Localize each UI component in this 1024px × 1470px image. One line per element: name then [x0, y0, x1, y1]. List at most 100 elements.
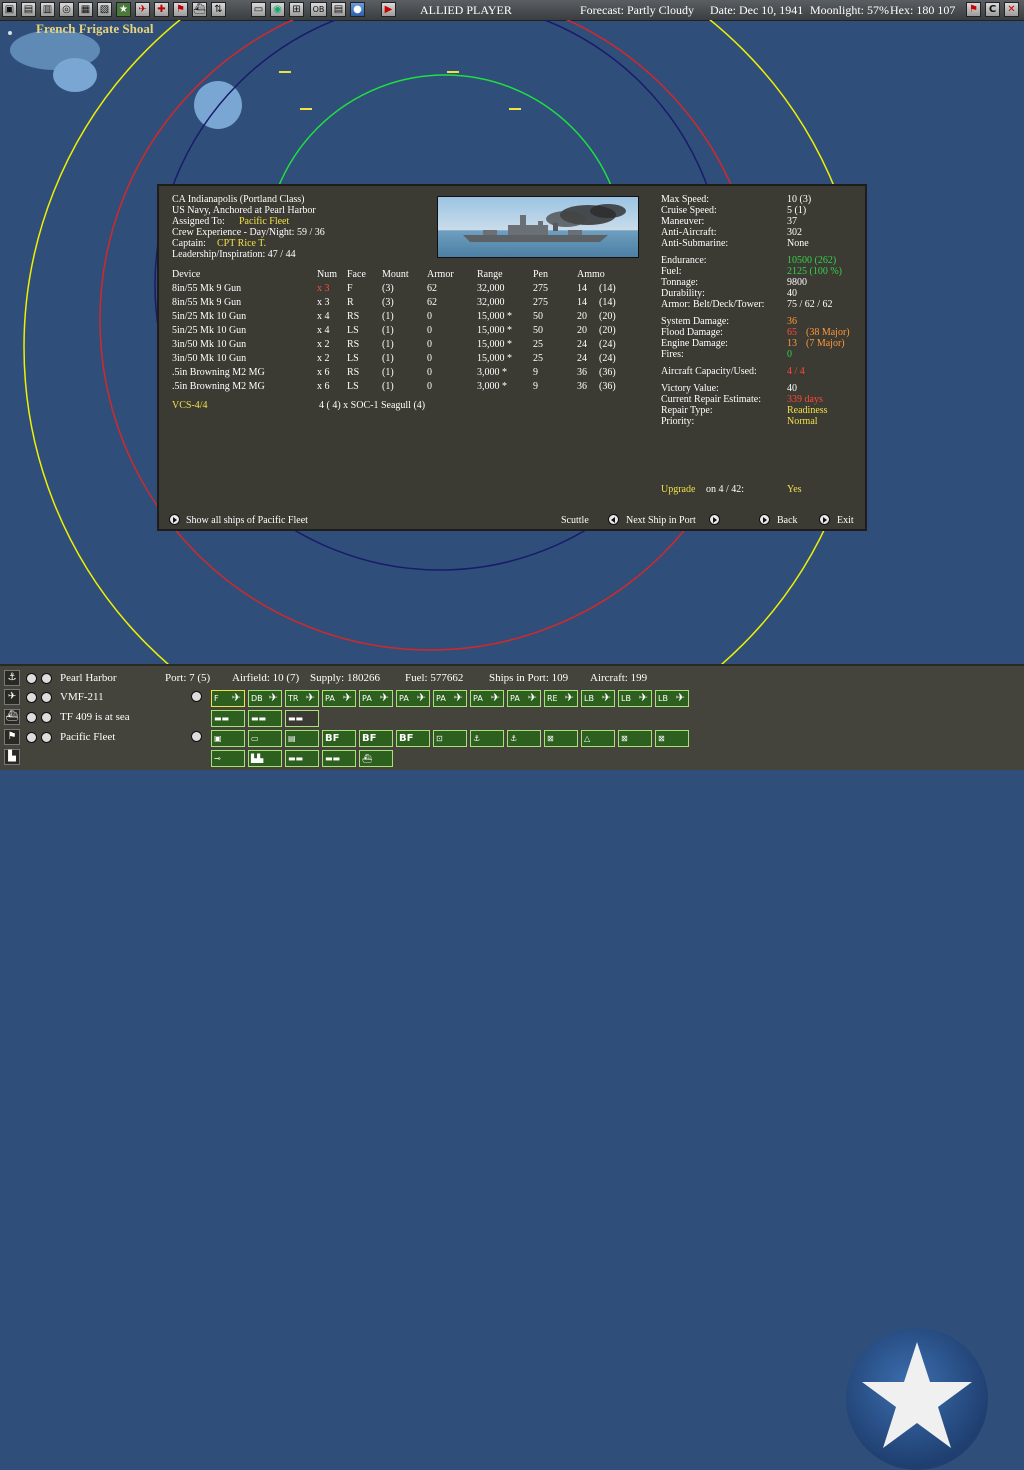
unit-button[interactable]: ▬▬: [285, 750, 319, 767]
unit-button[interactable]: ▙▙: [248, 750, 282, 767]
ship-silhouette-button[interactable]: ▬▬: [285, 710, 319, 727]
c-button[interactable]: C: [985, 2, 1000, 17]
base-icon[interactable]: ▭: [251, 2, 266, 17]
fleet-name[interactable]: Pacific Fleet: [60, 731, 115, 743]
next-squadron-icon[interactable]: [41, 692, 52, 703]
mission-button[interactable]: ▣: [211, 730, 245, 747]
flag-icon[interactable]: ⚑: [173, 2, 188, 17]
task-force-icon[interactable]: ⛴: [4, 709, 20, 725]
plane-type-button[interactable]: PA ✈: [322, 690, 356, 707]
unit-button[interactable]: ⊸: [211, 750, 245, 767]
device-mount-cell: (3): [382, 283, 394, 294]
next-tf-icon[interactable]: [41, 712, 52, 723]
base-name[interactable]: Pearl Harbor: [60, 672, 117, 684]
fleet-detail-icon[interactable]: [191, 731, 202, 742]
lcu-icon[interactable]: ✚: [154, 2, 169, 17]
plane-type-button[interactable]: LB ✈: [618, 690, 652, 707]
device-pen-cell: 50: [533, 311, 543, 322]
plane-type-button[interactable]: PA ✈: [507, 690, 541, 707]
plane-type-button[interactable]: RE ✈: [544, 690, 578, 707]
info-icon[interactable]: ▧: [97, 2, 112, 17]
mission-button[interactable]: ▭: [248, 730, 282, 747]
flag-icon[interactable]: ⚑: [966, 2, 981, 17]
mission-button[interactable]: ⊠: [544, 730, 578, 747]
tank-icon[interactable]: ▙: [4, 749, 20, 765]
show-all-ships-link[interactable]: Show all ships of Pacific Fleet: [186, 515, 308, 526]
mission-button[interactable]: ⚓: [470, 730, 504, 747]
plane-type-button[interactable]: PA ✈: [433, 690, 467, 707]
next-ship-icon[interactable]: [709, 514, 720, 525]
prev-ship-icon[interactable]: [608, 514, 619, 525]
list-icon[interactable]: ⊞: [289, 2, 304, 17]
stat-value: 40: [787, 288, 797, 299]
priority-value[interactable]: Normal: [787, 416, 818, 427]
scuttle-button[interactable]: Scuttle: [561, 515, 589, 526]
upgrade-value[interactable]: Yes: [787, 484, 802, 495]
plane-type-button[interactable]: TR ✈: [285, 690, 319, 707]
globe-icon[interactable]: ◉: [270, 2, 285, 17]
show-all-arrow-icon[interactable]: [169, 514, 180, 525]
next-base-icon[interactable]: [41, 673, 52, 684]
squadron-detail-icon[interactable]: [191, 691, 202, 702]
panel-icon[interactable]: ●: [350, 2, 365, 17]
device-range-cell: 32,000: [477, 283, 505, 294]
base-icon[interactable]: ⚓: [4, 670, 20, 686]
ship-silhouette-button[interactable]: ▬▬: [248, 710, 282, 727]
unit-button[interactable]: ▬▬: [322, 750, 356, 767]
victory-label: Victory Value:: [661, 383, 719, 394]
plane-type-button[interactable]: PA ✈: [470, 690, 504, 707]
air-group[interactable]: VCS-4/4: [172, 400, 208, 411]
repair-type-value[interactable]: Readiness: [787, 405, 828, 416]
screen-icon[interactable]: ▤: [331, 2, 346, 17]
air-icon[interactable]: ✈: [135, 2, 150, 17]
plane-type-button[interactable]: LB ✈: [581, 690, 615, 707]
ob-button[interactable]: OB: [310, 2, 327, 17]
bf-button[interactable]: BF: [359, 730, 393, 747]
plane-icon: ✈: [453, 691, 463, 704]
mission-button[interactable]: ⊠: [655, 730, 689, 747]
ship-silhouette-button[interactable]: ▬▬: [211, 710, 245, 727]
task-force-name[interactable]: TF 409 is at sea: [60, 711, 130, 723]
captain-value[interactable]: CPT Rice T.: [217, 238, 266, 249]
squadron-name[interactable]: VMF-211: [60, 691, 104, 703]
plane-type-button[interactable]: F ✈: [211, 690, 245, 707]
flag-icon[interactable]: ⚑: [4, 729, 20, 745]
mission-button[interactable]: ▤: [285, 730, 319, 747]
device-num-cell: x 2: [317, 339, 330, 350]
star-icon[interactable]: ★: [116, 2, 131, 17]
mission-button[interactable]: ⊡: [433, 730, 467, 747]
prev-base-icon[interactable]: [26, 673, 37, 684]
sort-icon[interactable]: ⇅: [211, 2, 226, 17]
upgrade-label[interactable]: Upgrade: [661, 484, 695, 495]
back-arrow-icon[interactable]: [759, 514, 770, 525]
replay-icon[interactable]: ◎: [59, 2, 74, 17]
end-turn-icon[interactable]: ▶: [381, 2, 396, 17]
prev-squadron-icon[interactable]: [26, 692, 37, 703]
plane-type-button[interactable]: PA ✈: [359, 690, 393, 707]
next-fleet-icon[interactable]: [41, 732, 52, 743]
plane-type-button[interactable]: DB ✈: [248, 690, 282, 707]
mission-button[interactable]: ⚓: [507, 730, 541, 747]
combat-report-icon[interactable]: ▦: [78, 2, 93, 17]
plane-type-button[interactable]: LB ✈: [655, 690, 689, 707]
stat-value: 5 (1): [787, 205, 807, 216]
device-pen-cell: 9: [533, 381, 538, 392]
exit-arrow-icon[interactable]: [819, 514, 830, 525]
mission-button[interactable]: ⊠: [618, 730, 652, 747]
bf-button[interactable]: BF: [396, 730, 430, 747]
prev-fleet-icon[interactable]: [26, 732, 37, 743]
mission-button[interactable]: △: [581, 730, 615, 747]
air-unit-icon[interactable]: ✈: [4, 689, 20, 705]
memo-icon[interactable]: ▥: [40, 2, 55, 17]
exit-button[interactable]: Exit: [837, 515, 854, 526]
save-icon[interactable]: ▣: [2, 2, 17, 17]
ship-icon[interactable]: ⛴: [192, 2, 207, 17]
bf-button[interactable]: BF: [322, 730, 356, 747]
back-button[interactable]: Back: [777, 515, 798, 526]
assigned-value[interactable]: Pacific Fleet: [239, 216, 289, 227]
close-icon[interactable]: ✕: [1004, 2, 1019, 17]
unit-button[interactable]: ⛴: [359, 750, 393, 767]
options-icon[interactable]: ▤: [21, 2, 36, 17]
plane-type-button[interactable]: PA ✈: [396, 690, 430, 707]
prev-tf-icon[interactable]: [26, 712, 37, 723]
